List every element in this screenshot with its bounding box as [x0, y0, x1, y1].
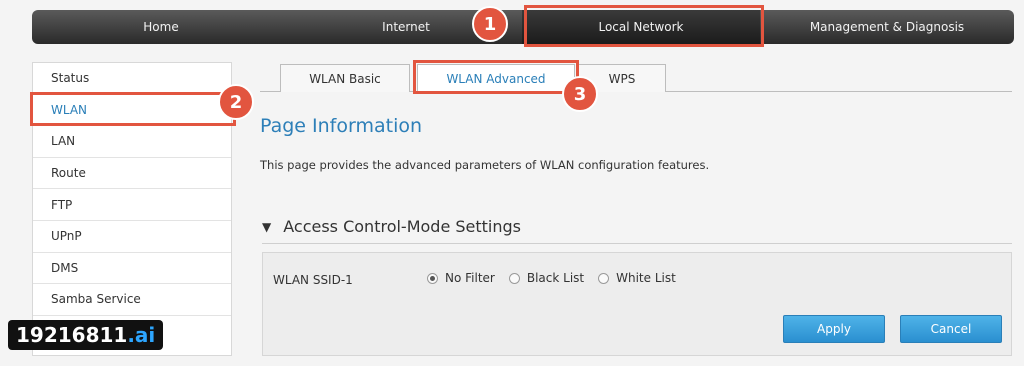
radio-black-list[interactable] — [508, 272, 520, 284]
section-title: Access Control-Mode Settings — [283, 217, 522, 236]
ssid-label: WLAN SSID-1 — [273, 273, 353, 287]
sidebar-item-dms[interactable]: DMS — [33, 253, 231, 285]
nav-local-network[interactable]: Local Network — [522, 10, 760, 44]
sidebar-item-ftp[interactable]: FTP — [33, 189, 231, 221]
radio-white-list-label: White List — [616, 271, 676, 285]
watermark-logo: 19216811.ai — [8, 320, 164, 350]
sidebar-item-upnp[interactable]: UPnP — [33, 221, 231, 253]
sidebar-item-samba-service[interactable]: Samba Service — [33, 284, 231, 316]
tab-bar: WLAN Basic WLAN Advanced WPS — [260, 64, 1012, 93]
tab-wlan-basic[interactable]: WLAN Basic — [280, 64, 410, 92]
tab-wlan-advanced[interactable]: WLAN Advanced — [417, 64, 575, 93]
step-badge-1: 1 — [472, 6, 508, 42]
radio-white-list[interactable] — [598, 272, 610, 284]
page-title: Page Information — [260, 115, 423, 137]
sidebar-item-status[interactable]: Status — [33, 63, 231, 95]
step-badge-3: 3 — [562, 76, 598, 112]
watermark-suffix: .ai — [127, 323, 156, 347]
radio-no-filter-label: No Filter — [445, 271, 495, 285]
radio-black-list-label: Black List — [526, 271, 585, 285]
page-description: This page provides the advanced paramete… — [260, 158, 710, 172]
radio-no-filter[interactable] — [427, 272, 438, 284]
top-nav: Home Internet Local Network Management &… — [32, 10, 1014, 44]
filter-mode-radio-group: No Filter Black List White List — [427, 271, 690, 285]
apply-button[interactable]: Apply — [783, 315, 885, 343]
step-badge-2: 2 — [218, 84, 254, 120]
section-header[interactable]: ▼ Access Control-Mode Settings — [262, 210, 1012, 244]
cancel-button[interactable]: Cancel — [900, 315, 1002, 343]
nav-management-diagnosis[interactable]: Management & Diagnosis — [760, 10, 1014, 44]
sidebar: Status WLAN LAN Route FTP UPnP DMS Samba… — [32, 62, 232, 356]
sidebar-item-lan[interactable]: LAN — [33, 126, 231, 158]
sidebar-item-wlan[interactable]: WLAN — [33, 94, 231, 127]
settings-panel: WLAN SSID-1 No Filter Black List White L… — [262, 252, 1012, 356]
nav-home[interactable]: Home — [32, 10, 290, 44]
watermark-main: 19216811 — [16, 323, 128, 347]
collapse-triangle-icon[interactable]: ▼ — [262, 220, 271, 234]
sidebar-item-route[interactable]: Route — [33, 158, 231, 190]
